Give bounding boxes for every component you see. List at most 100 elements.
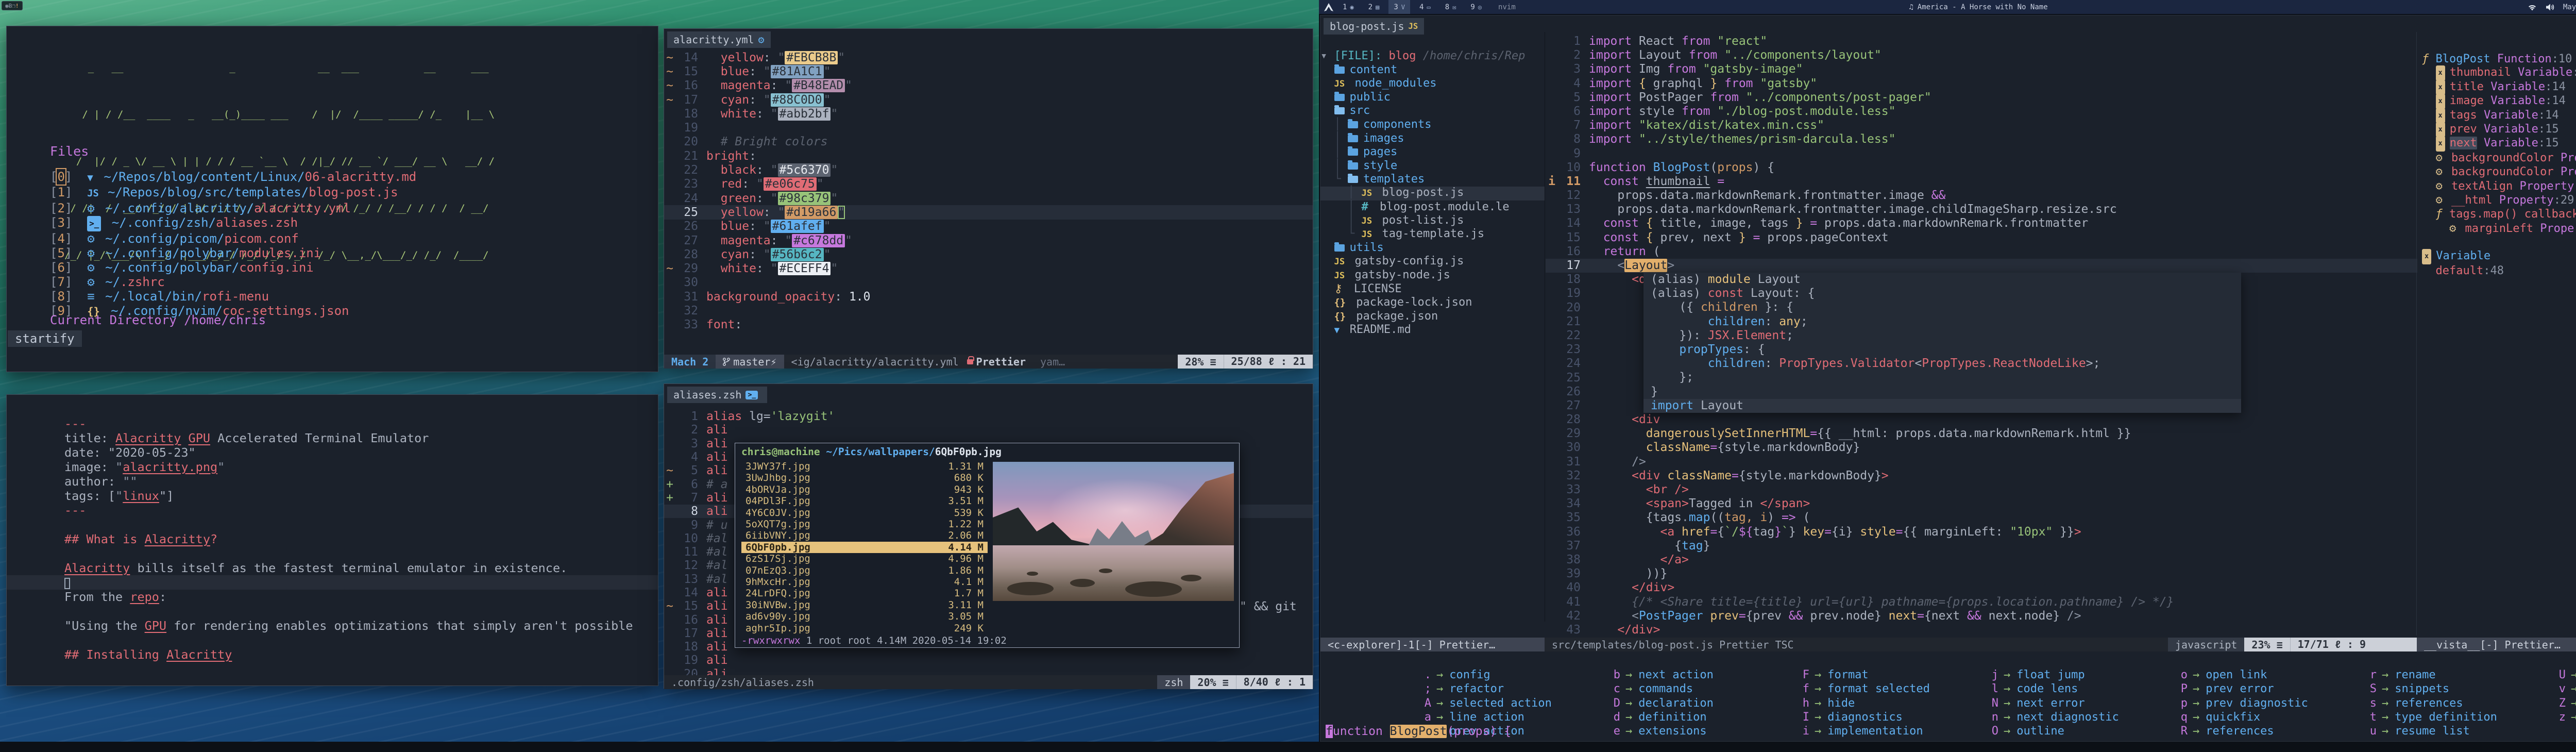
code-line[interactable]: ~ 29 white: "#ECEFF4"	[664, 261, 1313, 275]
doc-line[interactable]	[7, 633, 658, 647]
code-line[interactable]: 32 <div className={style.markdownBody}>	[1546, 469, 2417, 483]
code-line[interactable]: 22 black: "#5c6370"	[664, 163, 1313, 177]
vista-row[interactable]: ƒ tags.map() callback Functi	[2422, 207, 2576, 221]
explorer-row[interactable]: └ templates	[1320, 173, 1545, 187]
code-line[interactable]: 9	[1546, 147, 2417, 161]
code-line[interactable]: 1 import React from "react"	[1546, 35, 2417, 48]
code-line[interactable]: 37 {tag}	[1546, 539, 2417, 553]
startify-entry[interactable]: [0] ▼ ~/Repos/blog/content/Linux/06-alac…	[50, 170, 416, 185]
code-line[interactable]: 27 magenta: "#c678dd"	[664, 233, 1313, 247]
code-line[interactable]: 25 yellow: "#d19a66"	[664, 205, 1313, 219]
picker-file-row[interactable]: 24LrDFQ.jpg 1.7 M	[741, 588, 988, 599]
doc-line[interactable]	[7, 604, 658, 619]
picker-file-row[interactable]: ad6v90y.jpg 3.05 M	[741, 611, 988, 622]
code-line[interactable]: 33 font:	[664, 318, 1313, 332]
explorer-row[interactable]: {} package-lock.json	[1320, 296, 1545, 310]
picker-file-row[interactable]: 9hMxcHr.jpg 4.1 M	[741, 576, 988, 588]
explorer-row[interactable]: JS gatsby-config.js	[1320, 255, 1545, 269]
system-tray[interactable]: ◉Ƀ❐!	[2, 1, 23, 10]
file-picker-float[interactable]: chris@machine ~/Pics/wallpapers/6QbF0pb.…	[735, 443, 1240, 648]
vista-row[interactable]: ⚙ __html Property:29	[2422, 193, 2576, 207]
code-line[interactable]: 5 import PostPager from "../components/p…	[1546, 91, 2417, 105]
workspace-button[interactable]: 3 V	[1388, 0, 1410, 14]
tray-icons[interactable]: ◉Ƀ❐!	[5, 3, 19, 9]
code-line[interactable]: 15 const { prev, next } = props.pageCont…	[1546, 231, 2417, 245]
code-line[interactable]: 41 {/* <Share title={title} url={url} pa…	[1546, 595, 2417, 609]
startify-entry[interactable]: [4] ⚙ ~/.config/picom/picom.conf	[50, 231, 416, 246]
workspace-button[interactable]: 9 ◎	[1465, 0, 1487, 14]
code-line[interactable]: 2 import Layout from "../components/layo…	[1546, 48, 2417, 62]
code-line[interactable]: 20 # Bright colors	[664, 135, 1313, 149]
code-line[interactable]: 28 <div	[1546, 413, 2417, 427]
code-line[interactable]: 43 </div>	[1546, 623, 2417, 637]
code-line[interactable]: 34 <span>Tagged in </span>	[1546, 497, 2417, 511]
code-line[interactable]: 16 return (	[1546, 245, 2417, 259]
picker-file-row[interactable]: 6QbF0pb.jpg 4.14 M	[741, 542, 988, 553]
explorer-row[interactable]: ▾ [FILE]: blog /home/chris/Rep	[1320, 49, 1545, 63]
explorer-row[interactable]: │ images	[1320, 132, 1545, 146]
doc-line[interactable]: "Using the GPU for rendering enables opt…	[7, 619, 658, 633]
code-line[interactable]: 42 <PostPager prev={prev && prev.node} n…	[1546, 609, 2417, 623]
vista-row[interactable]: ximage Variable:14	[2422, 94, 2576, 108]
vista-row[interactable]: ⚙ textAlign Property:25	[2422, 179, 2576, 193]
explorer-row[interactable]: content	[1320, 63, 1545, 77]
code-line[interactable]: 31 />	[1546, 455, 2417, 469]
startify-entry[interactable]: [3] >_ ~/.config/zsh/aliases.zsh	[50, 215, 416, 231]
explorer-row[interactable]: │ # blog-post.module.le	[1320, 200, 1545, 214]
explorer-row[interactable]: src	[1320, 104, 1545, 118]
vista-row[interactable]: xprev Variable:15	[2422, 123, 2576, 137]
music-player-module[interactable]: ♫ America - A Horse with No Name	[1909, 3, 2047, 11]
code-line[interactable]: 18 white: "#abb2bf"	[664, 107, 1313, 121]
picker-file-row[interactable]: 4bORVJa.jpg 943 K	[741, 484, 988, 495]
explorer-row[interactable]: │ JS blog-post.js	[1320, 187, 1545, 200]
explorer-row[interactable]: ⚷ LICENSE	[1320, 282, 1545, 296]
code-line[interactable]: ~ 16 magenta: "#B48EAD"	[664, 79, 1313, 93]
code-line[interactable]: 17 <Layout>	[1546, 259, 2417, 273]
doc-line[interactable]	[7, 546, 658, 561]
doc-line[interactable]: From the repo:	[7, 590, 658, 604]
picker-file-row[interactable]: 3JWY37f.jpg 1.31 M	[741, 461, 988, 472]
picker-file-row[interactable]: 6iibVNY.jpg 2.06 M	[741, 530, 988, 541]
explorer-row[interactable]: │ style	[1320, 159, 1545, 173]
terminal-markdown-doc[interactable]: --- title: Alacritty GPU Accelerated Ter…	[6, 394, 658, 686]
doc-line[interactable]: title: Alacritty GPU Accelerated Termina…	[7, 431, 658, 445]
doc-line[interactable]: author: ""	[7, 474, 658, 489]
picker-file-row[interactable]: 6zS17Sj.jpg 4.96 M	[741, 553, 988, 564]
vista-row[interactable]: xtitle Variable:14	[2422, 80, 2576, 94]
explorer-row[interactable]: JS gatsby-node.js	[1320, 269, 1545, 283]
explorer-row[interactable]: public	[1320, 91, 1545, 105]
picker-file-row[interactable]: 04PDl3F.jpg 3.51 M	[741, 495, 988, 507]
doc-line[interactable]: ## Installing Alacritty	[7, 647, 658, 662]
picker-file-row[interactable]: 5oXQT7g.jpg 1.22 M	[741, 519, 988, 530]
startify-entry[interactable]: [7] ⚙ ~/.zshrc	[50, 275, 416, 289]
picker-file-row[interactable]: 4Y6C0JV.jpg 539 K	[741, 507, 988, 519]
code-line[interactable]: 23 red: "#e06c75"	[664, 177, 1313, 191]
code-line[interactable]: 19 ali	[664, 654, 1313, 667]
picker-file-row[interactable]: 07nEzQ3.jpg 1.86 M	[741, 565, 988, 576]
editor-blog-post[interactable]: blog-post.js JS ▾ [FILE]: blog /home/chr…	[1320, 15, 2576, 742]
code-line[interactable]: 19	[664, 121, 1313, 135]
code-line[interactable]: 14 const { title, image, tags } = props.…	[1546, 216, 2417, 230]
vista-row[interactable]: xnext Variable:15	[2422, 137, 2576, 151]
startify-entry[interactable]: [5] ⚙ ~/.config/polybar/modules.ini	[50, 246, 416, 260]
code-line[interactable]: ~ 14 yellow: "#EBCB8B"	[664, 51, 1313, 64]
doc-line[interactable]: ---	[7, 503, 658, 517]
code-line[interactable]: 29 dangerouslySetInnerHTML={{ __html: pr…	[1546, 427, 2417, 441]
explorer-row[interactable]: └ JS tag-template.js	[1320, 228, 1545, 242]
doc-line[interactable]	[7, 517, 658, 532]
code-line[interactable]: 1 alias lg='lazygit'	[664, 410, 1313, 423]
workspace-button[interactable]: 4 ▭	[1414, 0, 1436, 14]
vista-row[interactable]: ƒ BlogPost Function:10	[2422, 52, 2576, 66]
vista-row[interactable]: default:48	[2422, 264, 2576, 278]
volume-icon[interactable]	[2546, 3, 2555, 11]
code-line[interactable]: i 11 const thumbnail =	[1546, 175, 2417, 189]
tab-alacritty-yml[interactable]: alacritty.yml ⚙	[667, 31, 771, 48]
startify-entry[interactable]: [6] ⚙ ~/.config/polybar/config.ini	[50, 260, 416, 275]
tab-blog-post-js[interactable]: blog-post.js JS	[1324, 18, 1424, 35]
doc-line[interactable]	[7, 575, 658, 590]
code-line[interactable]: 13 props.data.markdownRemark.frontmatter…	[1546, 203, 2417, 216]
startify-entry[interactable]: [2] ⚙ ~/.config/alacritty/alacritty.yml	[50, 201, 416, 215]
wifi-icon[interactable]	[2527, 3, 2537, 11]
vista-row[interactable]: xtags Variable:14	[2422, 109, 2576, 123]
code-line[interactable]: 38 </a>	[1546, 553, 2417, 567]
